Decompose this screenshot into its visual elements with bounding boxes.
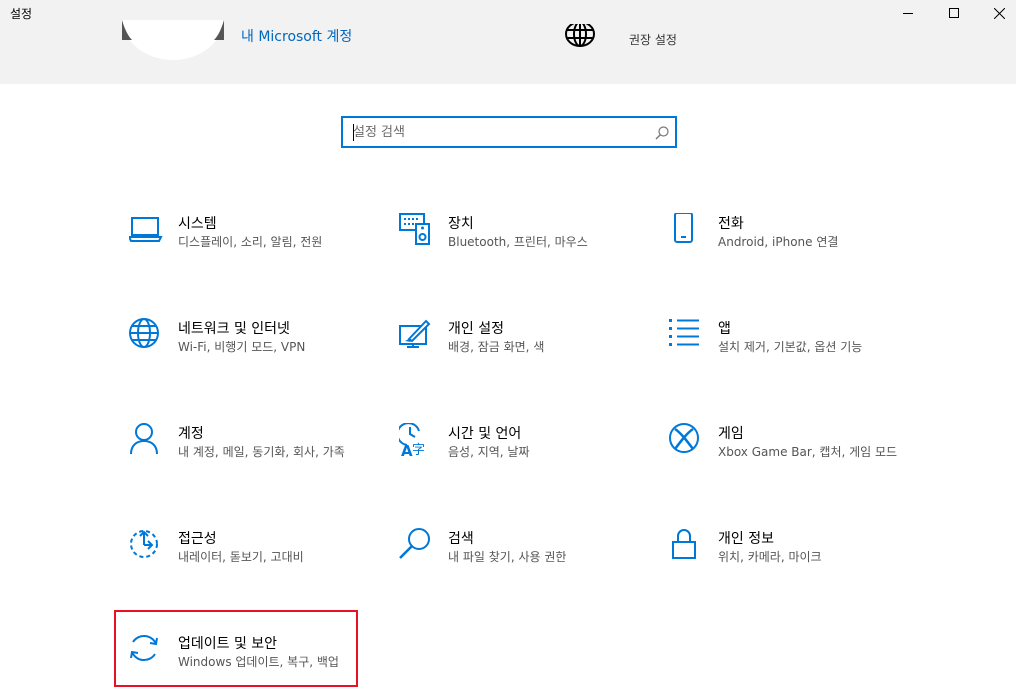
tile-title: 앱: [718, 321, 731, 337]
svg-text:字: 字: [412, 443, 425, 457]
personalization-icon: [399, 318, 433, 352]
laptop-icon: [127, 213, 163, 247]
tile-description: 위치, 카메라, 마이크: [718, 550, 822, 564]
tile-apps[interactable]: 앱 설치 제거, 기본값, 옵션 기능: [669, 318, 909, 378]
maximize-icon: [949, 8, 959, 18]
tile-title: 개인 정보: [718, 531, 774, 547]
tile-network[interactable]: 네트워크 및 인터넷 Wi-Fi, 비행기 모드, VPN: [129, 318, 369, 378]
tile-title: 시스템: [178, 216, 217, 232]
tile-title: 개인 설정: [448, 321, 504, 337]
tile-title: 게임: [718, 426, 744, 442]
tile-privacy[interactable]: 개인 정보 위치, 카메라, 마이크: [669, 528, 909, 588]
tile-title: 업데이트 및 보안: [178, 636, 278, 652]
tile-devices[interactable]: 장치 Bluetooth, 프린터, 마우스: [399, 213, 639, 273]
tile-time-language[interactable]: A 字 시간 및 언어 음성, 지역, 날짜: [396, 422, 639, 483]
phone-icon: [669, 212, 703, 247]
person-icon: [129, 423, 163, 457]
tile-accessibility[interactable]: 접근성 내레이터, 돋보기, 고대비: [129, 528, 369, 588]
tile-description: 내레이터, 돋보기, 고대비: [178, 550, 304, 564]
tile-description: Bluetooth, 프린터, 마우스: [448, 235, 588, 249]
avatar[interactable]: [122, 20, 224, 62]
tile-description: 내 계정, 메일, 동기화, 회사, 가족: [178, 445, 345, 459]
tile-title: 네트워크 및 인터넷: [178, 321, 290, 337]
tile-title: 전화: [718, 216, 744, 232]
text-caret: [353, 124, 354, 141]
tile-description: Wi-Fi, 비행기 모드, VPN: [178, 340, 306, 354]
tile-description: 설치 제거, 기본값, 옵션 기능: [718, 340, 863, 354]
recommended-settings-link[interactable]: 권장 설정: [629, 31, 677, 48]
tile-accounts[interactable]: 계정 내 계정, 메일, 동기화, 회사, 가족: [129, 423, 369, 483]
accessibility-icon: [129, 528, 163, 562]
globe-icon: [129, 318, 163, 352]
tile-system[interactable]: 시스템 디스플레이, 소리, 알림, 전원: [127, 213, 369, 273]
minimize-button[interactable]: [885, 0, 931, 26]
xbox-icon: [669, 423, 703, 457]
tile-phone[interactable]: 전화 Android, iPhone 연결: [669, 212, 909, 273]
tile-gaming[interactable]: 게임 Xbox Game Bar, 캡처, 게임 모드: [669, 423, 909, 483]
header-band: 설정 내 Microsoft 계정 권장 설정: [0, 0, 1016, 84]
close-icon: [993, 7, 1005, 19]
tile-description: 디스플레이, 소리, 알림, 전원: [178, 235, 323, 249]
lock-icon: [669, 528, 703, 562]
close-button[interactable]: [976, 0, 1016, 26]
search-input[interactable]: [343, 118, 653, 146]
tile-description: Xbox Game Bar, 캡처, 게임 모드: [718, 445, 898, 459]
tile-title: 계정: [178, 426, 204, 442]
tile-description: Android, iPhone 연결: [718, 235, 839, 249]
time-language-icon: A 字: [396, 422, 433, 460]
update-sync-icon: [129, 633, 163, 667]
devices-icon: [399, 213, 433, 247]
tile-description: 내 파일 찾기, 사용 권한: [448, 550, 567, 564]
window-title: 설정: [10, 7, 33, 21]
tile-description: Windows 업데이트, 복구, 백업: [178, 655, 339, 669]
maximize-button[interactable]: [931, 0, 977, 26]
search-magnifier-icon: [399, 528, 433, 562]
tile-title: 검색: [448, 531, 474, 547]
tile-description: 음성, 지역, 날짜: [448, 445, 530, 459]
minimize-icon: [903, 8, 913, 18]
tile-update-security[interactable]: 업데이트 및 보안 Windows 업데이트, 복구, 백업: [129, 633, 369, 693]
tile-title: 장치: [448, 216, 474, 232]
microsoft-account-link[interactable]: 내 Microsoft 계정: [241, 26, 352, 46]
tile-personalization[interactable]: 개인 설정 배경, 잠금 화면, 색: [399, 318, 639, 378]
search-icon[interactable]: [655, 125, 669, 144]
tile-title: 시간 및 언어: [448, 426, 522, 442]
globe-icon[interactable]: [564, 21, 596, 52]
settings-window: 설정 내 Microsoft 계정 권장 설정 설정 검색 시스템 디스플레이,…: [0, 0, 1016, 700]
tile-title: 접근성: [178, 531, 217, 547]
settings-search-box[interactable]: [341, 116, 677, 148]
apps-list-icon: [669, 318, 703, 352]
tile-search[interactable]: 검색 내 파일 찾기, 사용 권한: [399, 528, 639, 588]
tile-description: 배경, 잠금 화면, 색: [448, 340, 545, 354]
